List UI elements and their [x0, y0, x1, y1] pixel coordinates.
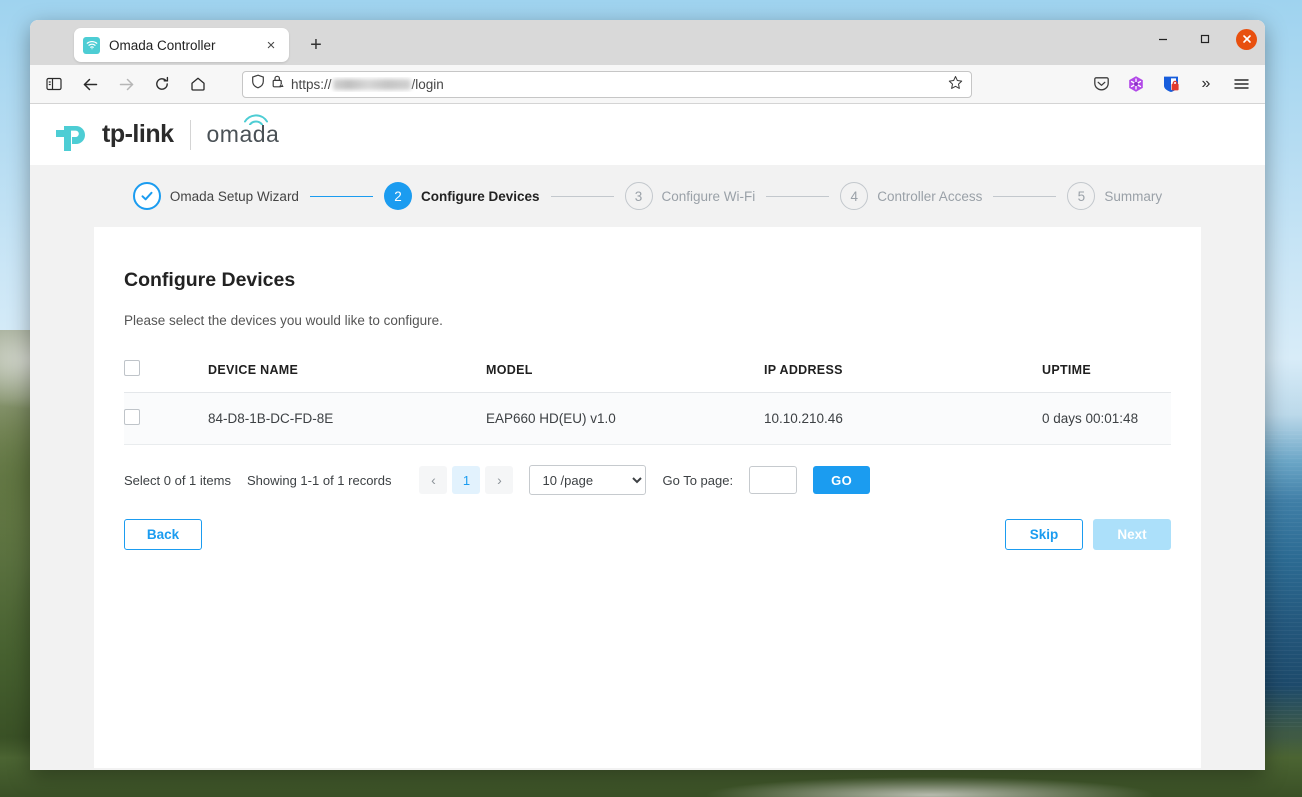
cell-ip-address: 10.10.210.46 — [764, 392, 1042, 445]
select-all-checkbox[interactable] — [124, 360, 140, 376]
step-3[interactable]: 3 Configure Wi-Fi — [624, 182, 756, 210]
per-page-select[interactable]: 10 /page 20 /page 50 /page 100 /page — [529, 465, 647, 495]
row-checkbox[interactable] — [124, 409, 140, 425]
reload-button[interactable] — [148, 70, 176, 98]
step-1[interactable]: Omada Setup Wizard — [132, 182, 299, 210]
window-controls — [1152, 28, 1257, 50]
page-subtitle: Please select the devices you would like… — [124, 313, 443, 328]
step-connector-4 — [993, 195, 1057, 197]
app-header: tp-link omada — [30, 104, 1265, 165]
omada-logo: omada — [206, 114, 280, 148]
shield-icon[interactable] — [251, 74, 265, 94]
step-3-label: Configure Wi-Fi — [661, 188, 756, 204]
cell-model: EAP660 HD(EU) v1.0 — [486, 392, 764, 445]
back-button[interactable] — [76, 70, 104, 98]
header-model[interactable]: MODEL — [486, 350, 764, 393]
page-title: Configure Devices — [124, 269, 296, 291]
omada-wordmark: omada — [206, 121, 280, 147]
overflow-icon[interactable]: » — [1192, 70, 1220, 98]
back-button[interactable]: Back — [124, 519, 202, 550]
page-navigation: ‹ 1 › — [419, 466, 514, 494]
goto-page-label: Go To page: — [662, 472, 734, 488]
url-prefix: https:// — [291, 76, 332, 92]
pocket-icon[interactable] — [1087, 70, 1115, 98]
step-connector-2 — [550, 195, 614, 197]
showing-records-text: Showing 1-1 of 1 records — [246, 472, 392, 488]
primary-actions: Skip Next — [1005, 519, 1171, 550]
header-uptime[interactable]: UPTIME — [1042, 350, 1171, 393]
close-window-button[interactable] — [1236, 28, 1257, 50]
step-4[interactable]: 4 Controller Access — [840, 182, 982, 210]
selected-count-text: Select 0 of 1 items — [124, 472, 231, 488]
select-all-cell — [124, 350, 208, 393]
cell-device-name: 84-D8-1B-DC-FD-8E — [208, 392, 486, 445]
go-button[interactable]: GO — [813, 466, 871, 494]
step-5[interactable]: 5 Summary — [1067, 182, 1162, 210]
step-5-number: 5 — [1067, 182, 1096, 210]
row-select-cell — [124, 392, 208, 445]
omada-wifi-icon — [243, 114, 268, 125]
browser-tab-strip: Omada Controller × + — [30, 20, 1265, 65]
step-2-label: Configure Devices — [420, 188, 540, 204]
close-icon[interactable]: × — [262, 36, 280, 54]
tplink-logo: tp-link — [52, 117, 174, 153]
next-button: Next — [1093, 519, 1171, 550]
step-5-label: Summary — [1104, 188, 1163, 204]
table-header-row: DEVICE NAME MODEL IP ADDRESS UPTIME — [124, 350, 1171, 393]
step-4-label: Controller Access — [877, 188, 983, 204]
step-connector-1 — [309, 195, 373, 197]
url-text: https:// /login — [291, 77, 942, 92]
tplink-mark-icon — [56, 125, 85, 151]
forward-button[interactable] — [112, 70, 140, 98]
bitwarden-icon[interactable] — [1157, 70, 1185, 98]
skip-button[interactable]: Skip — [1005, 519, 1083, 550]
maximize-button[interactable] — [1194, 28, 1216, 50]
new-tab-button[interactable]: + — [305, 34, 327, 56]
setup-wizard-steps: Omada Setup Wizard 2 Configure Devices 3… — [30, 165, 1265, 227]
url-redacted-host — [332, 78, 411, 90]
pagination-bar: Select 0 of 1 items Showing 1-1 of 1 rec… — [124, 465, 1171, 495]
brand-logos: tp-link omada — [52, 114, 280, 153]
home-button[interactable] — [184, 70, 212, 98]
web-page-content: tp-link omada Omada Setup Wizard 2 Confi… — [30, 104, 1265, 770]
sidebar-icon[interactable] — [40, 70, 68, 98]
lock-warning-icon[interactable] — [271, 74, 285, 94]
tab-title: Omada Controller — [109, 37, 216, 53]
toolbar-right-icons: » — [1087, 70, 1255, 98]
configure-devices-card: Configure Devices Please select the devi… — [94, 227, 1201, 768]
cell-uptime: 0 days 00:01:48 — [1042, 392, 1171, 445]
page-1-button[interactable]: 1 — [452, 466, 481, 494]
table-row[interactable]: 84-D8-1B-DC-FD-8E EAP660 HD(EU) v1.0 10.… — [124, 392, 1171, 445]
step-4-number: 4 — [840, 182, 869, 210]
step-1-check-icon — [132, 182, 161, 210]
menu-icon[interactable] — [1227, 70, 1255, 98]
prev-page-button[interactable]: ‹ — [419, 466, 448, 494]
browser-toolbar: https:// /login » — [30, 65, 1265, 104]
step-2[interactable]: 2 Configure Devices — [383, 182, 540, 210]
tplink-wordmark: tp-link — [102, 120, 174, 148]
wifi-icon — [83, 36, 100, 54]
header-device-name[interactable]: DEVICE NAME — [208, 350, 486, 393]
extension-icon[interactable] — [1122, 70, 1150, 98]
step-1-label: Omada Setup Wizard — [169, 188, 299, 204]
brand-divider — [189, 119, 191, 150]
devices-table: DEVICE NAME MODEL IP ADDRESS UPTIME 84-D… — [124, 350, 1171, 445]
browser-window: Omada Controller × + https:// /login » t… — [30, 20, 1265, 770]
bookmark-star-icon[interactable] — [948, 75, 963, 94]
step-2-number: 2 — [383, 182, 412, 210]
minimize-button[interactable] — [1152, 28, 1174, 50]
step-3-number: 3 — [624, 182, 653, 210]
header-ip-address[interactable]: IP ADDRESS — [764, 350, 1042, 393]
goto-page-input[interactable] — [749, 466, 798, 494]
url-suffix: /login — [411, 76, 444, 92]
next-page-button[interactable]: › — [485, 466, 514, 494]
browser-tab[interactable]: Omada Controller × — [74, 28, 289, 62]
address-bar[interactable]: https:// /login — [242, 70, 972, 98]
step-connector-3 — [766, 195, 830, 197]
wizard-actions: Back Skip Next — [124, 519, 1171, 550]
